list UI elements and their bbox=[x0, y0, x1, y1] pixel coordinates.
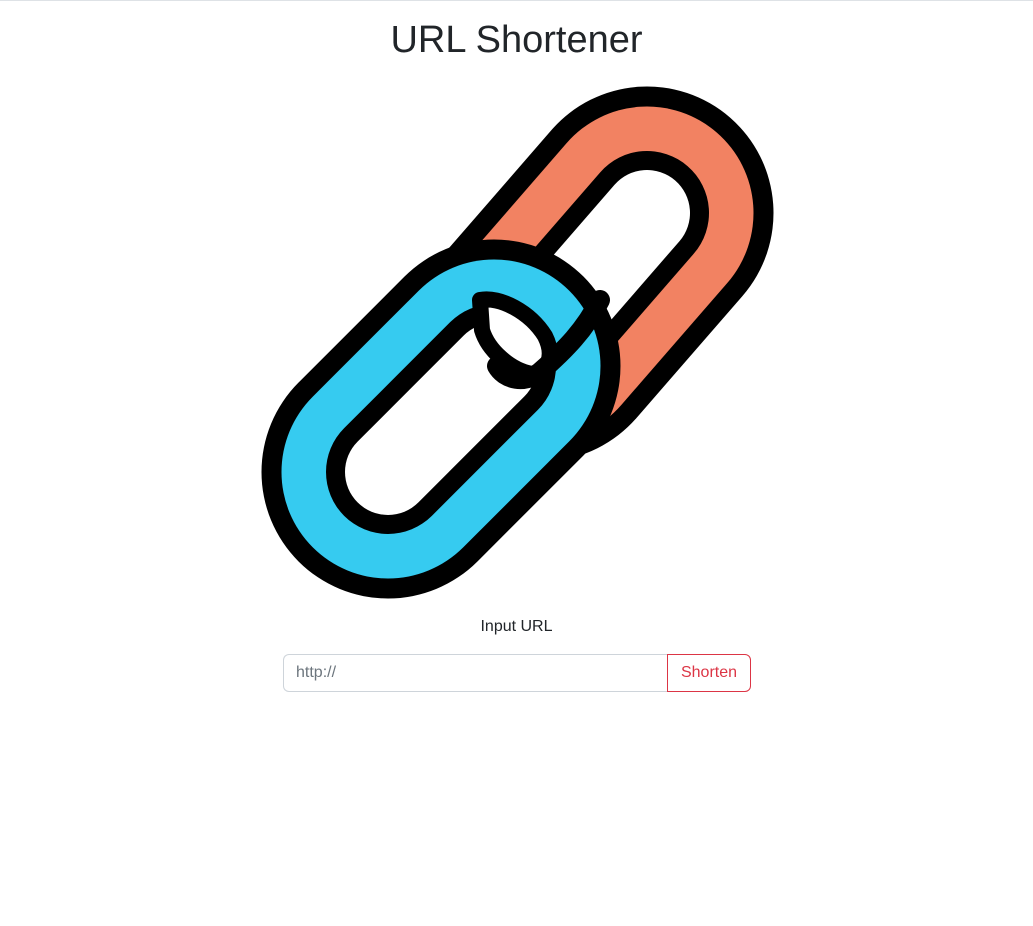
top-divider bbox=[0, 0, 1033, 1]
chain-link-interlock bbox=[472, 290, 610, 390]
shorten-button[interactable]: Shorten bbox=[667, 654, 751, 692]
url-input[interactable] bbox=[283, 654, 667, 692]
input-url-label: Input URL bbox=[480, 618, 553, 635]
chain-link-front-link bbox=[261, 239, 621, 599]
page-title: URL Shortener bbox=[390, 19, 643, 61]
url-form: Shorten bbox=[283, 654, 751, 692]
chain-link-back-link bbox=[414, 86, 774, 462]
chain-link-icon bbox=[261, 86, 774, 599]
